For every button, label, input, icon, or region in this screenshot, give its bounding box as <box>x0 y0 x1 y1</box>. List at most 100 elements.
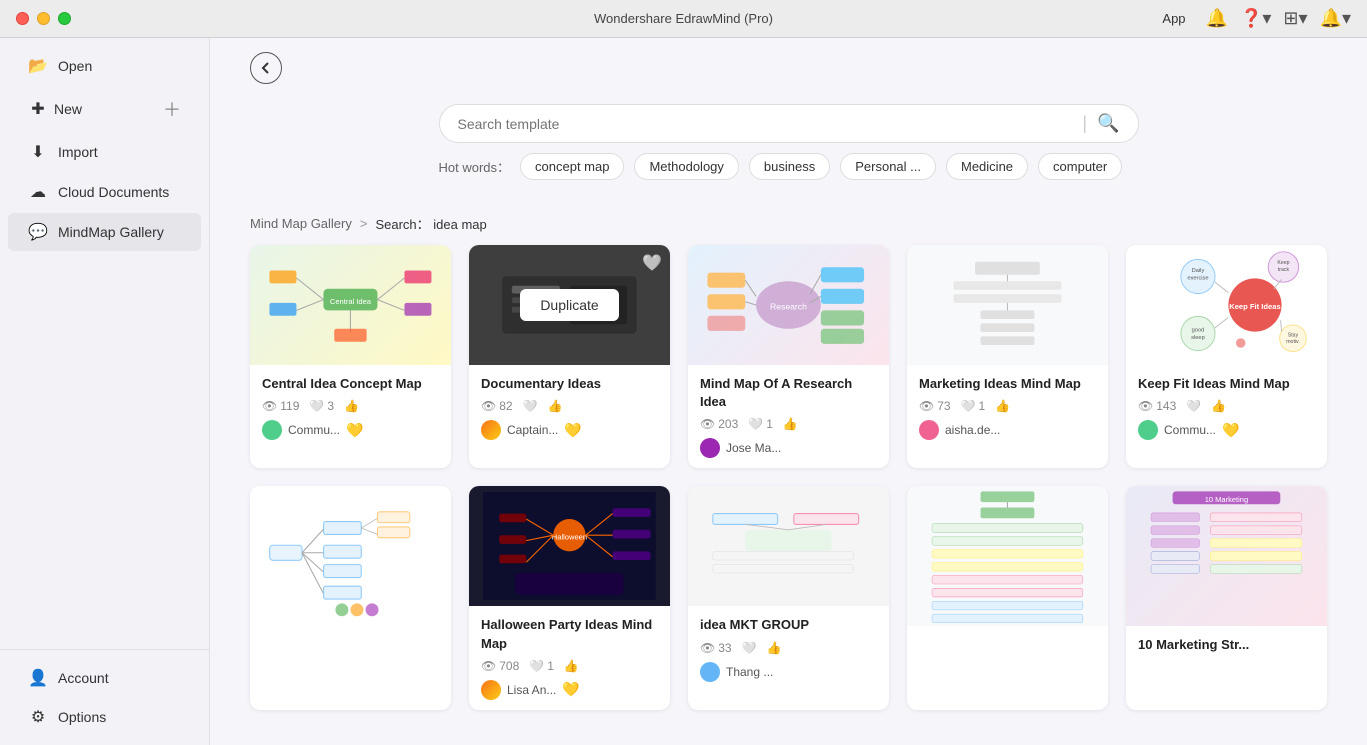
card-research[interactable]: Research Mind Map <box>688 245 889 468</box>
card-marketing3[interactable]: 10 Marketing 10 Marketing Str.. <box>1126 486 1327 709</box>
hot-tag-medicine[interactable]: Medicine <box>946 153 1028 180</box>
card-body-keepfit: Keep Fit Ideas Mind Map 👁 143 🤍 👍 Commu.… <box>1126 365 1327 450</box>
likes-stat: 🤍 1 <box>961 399 986 413</box>
gold-badge: 💛 <box>564 422 581 439</box>
duplicate-button[interactable]: Duplicate <box>520 289 618 321</box>
card-halloween[interactable]: Halloween <box>469 486 670 709</box>
thumb-stat: 👍 <box>548 399 563 413</box>
card-stats-research: 👁 203 🤍 1 👍 <box>700 417 877 431</box>
author-name: Captain... <box>507 423 558 437</box>
card-body-halloween: Halloween Party Ideas Mind Map 👁 708 🤍 1… <box>469 606 670 709</box>
heart-overlay-icon: 🤍 <box>642 253 662 273</box>
help-button[interactable]: ❓▾ <box>1240 8 1271 29</box>
likes-stat: 🤍 <box>742 641 757 655</box>
svg-text:Keep: Keep <box>1277 260 1289 266</box>
sidebar-item-mindmap[interactable]: 💬 MindMap Gallery <box>8 213 201 251</box>
sidebar-label-mindmap: MindMap Gallery <box>58 224 164 240</box>
mindmap-icon: 💬 <box>28 222 48 242</box>
author-avatar <box>700 438 720 458</box>
close-button[interactable] <box>16 12 29 25</box>
card-stats-documentary: 👁 82 🤍 👍 <box>481 399 658 413</box>
thumb-stat: 👍 <box>1211 399 1226 413</box>
sidebar-item-cloud[interactable]: ☁ Cloud Documents <box>8 173 201 211</box>
card-thumb-keepfit: Keep Fit Ideas Daily exercise good sleep… <box>1126 245 1327 365</box>
card-mkt[interactable]: idea MKT GROUP 👁 33 🤍 👍 Thang ... <box>688 486 889 709</box>
card-author-central: Commu... 💛 <box>262 420 439 440</box>
sidebar-item-open[interactable]: 📂 Open <box>8 47 201 85</box>
author-name: Commu... <box>1164 423 1216 437</box>
sidebar-item-account[interactable]: 👤 Account <box>8 659 201 697</box>
views-stat: 👁 33 <box>700 641 732 655</box>
options-icon: ⚙ <box>28 707 48 727</box>
hot-tag-computer[interactable]: computer <box>1038 153 1122 180</box>
svg-text:Central Idea: Central Idea <box>330 297 372 306</box>
hot-words-label: Hot words： <box>439 157 511 176</box>
sidebar-bottom: 👤 Account ⚙ Options <box>0 649 209 737</box>
sidebar-item-new[interactable]: ✚ New ＋ <box>8 87 201 131</box>
card-title-central: Central Idea Concept Map <box>262 375 439 393</box>
card-title-keepfit: Keep Fit Ideas Mind Map <box>1138 375 1315 393</box>
notification-button[interactable]: 🔔 <box>1206 8 1228 29</box>
import-icon: ⬇ <box>28 142 48 162</box>
card-thumb-marketing <box>907 245 1108 365</box>
sidebar-label-new: New <box>54 101 82 117</box>
apps-button[interactable]: ⊞▾ <box>1283 8 1307 29</box>
card-stats-central: 👁 119 🤍 3 👍 <box>262 399 439 413</box>
search-bar: | 🔍 <box>439 104 1139 143</box>
author-name: Thang ... <box>726 665 773 679</box>
search-divider: | <box>1082 113 1087 134</box>
author-avatar <box>1138 420 1158 440</box>
author-avatar <box>919 420 939 440</box>
author-avatar <box>481 680 501 700</box>
duplicate-overlay: Duplicate <box>469 245 670 365</box>
card-keepfit[interactable]: Keep Fit Ideas Daily exercise good sleep… <box>1126 245 1327 468</box>
author-avatar <box>481 420 501 440</box>
svg-text:exercise: exercise <box>1187 275 1208 281</box>
svg-text:10 Marketing: 10 Marketing <box>1205 496 1248 505</box>
card-stats-marketing: 👁 73 🤍 1 👍 <box>919 399 1096 413</box>
window-title: Wondershare EdrawMind (Pro) <box>594 11 773 26</box>
titlebar: Wondershare EdrawMind (Pro) App 🔔 ❓▾ ⊞▾ … <box>0 0 1367 38</box>
card-body-central: Central Idea Concept Map 👁 119 🤍 3 👍 Com… <box>250 365 451 450</box>
card-thumb-tall <box>907 486 1108 626</box>
author-avatar <box>700 662 720 682</box>
sidebar-item-options[interactable]: ⚙ Options <box>8 698 201 736</box>
card-stats-mkt: 👁 33 🤍 👍 <box>700 641 877 655</box>
gold-badge: 💛 <box>562 681 579 698</box>
card-title-mkt: idea MKT GROUP <box>700 616 877 634</box>
svg-text:sleep: sleep <box>1191 335 1205 341</box>
settings-button[interactable]: 🔔▾ <box>1320 8 1351 29</box>
new-plus-icon: ＋ <box>163 96 181 122</box>
views-stat: 👁 73 <box>919 399 951 413</box>
card-tree[interactable] <box>250 486 451 709</box>
minimize-button[interactable] <box>37 12 50 25</box>
hot-tag-personal[interactable]: Personal ... <box>840 153 936 180</box>
views-stat: 👁 119 <box>262 399 299 413</box>
likes-stat: 🤍 1 <box>748 417 773 431</box>
hot-tag-business[interactable]: business <box>749 153 830 180</box>
sidebar-label-cloud: Cloud Documents <box>58 184 169 200</box>
back-button[interactable] <box>250 52 282 84</box>
search-input[interactable] <box>458 116 1073 132</box>
svg-text:good: good <box>1192 328 1205 334</box>
card-marketing[interactable]: Marketing Ideas Mind Map 👁 73 🤍 1 👍 aish… <box>907 245 1108 468</box>
card-thumb-halloween: Halloween <box>469 486 670 606</box>
likes-stat: 🤍 1 <box>529 659 554 673</box>
sidebar-label-import: Import <box>58 144 98 160</box>
hot-tag-concept[interactable]: concept map <box>520 153 624 180</box>
app-button[interactable]: App <box>1154 7 1193 30</box>
card-documentary[interactable]: Duplicate 🤍 Documentary Ideas 👁 82 🤍 👍 C… <box>469 245 670 468</box>
hot-tag-methodology[interactable]: Methodology <box>634 153 738 180</box>
maximize-button[interactable] <box>58 12 71 25</box>
card-body-research: Mind Map Of A Research Idea 👁 203 🤍 1 👍 … <box>688 365 889 468</box>
search-area: | 🔍 Hot words： concept map Methodology b… <box>210 84 1367 206</box>
card-central-idea[interactable]: Central Idea Central Idea Conce <box>250 245 451 468</box>
card-thumb-tree <box>250 486 451 626</box>
card-mindmap-tall[interactable] <box>907 486 1108 709</box>
sidebar-item-import[interactable]: ⬇ Import <box>8 133 201 171</box>
card-title-marketing: Marketing Ideas Mind Map <box>919 375 1096 393</box>
thumb-stat: 👍 <box>783 417 798 431</box>
search-button[interactable]: 🔍 <box>1097 113 1119 134</box>
svg-text:Stay: Stay <box>1288 332 1299 338</box>
breadcrumb-link[interactable]: Mind Map Gallery <box>250 216 352 231</box>
